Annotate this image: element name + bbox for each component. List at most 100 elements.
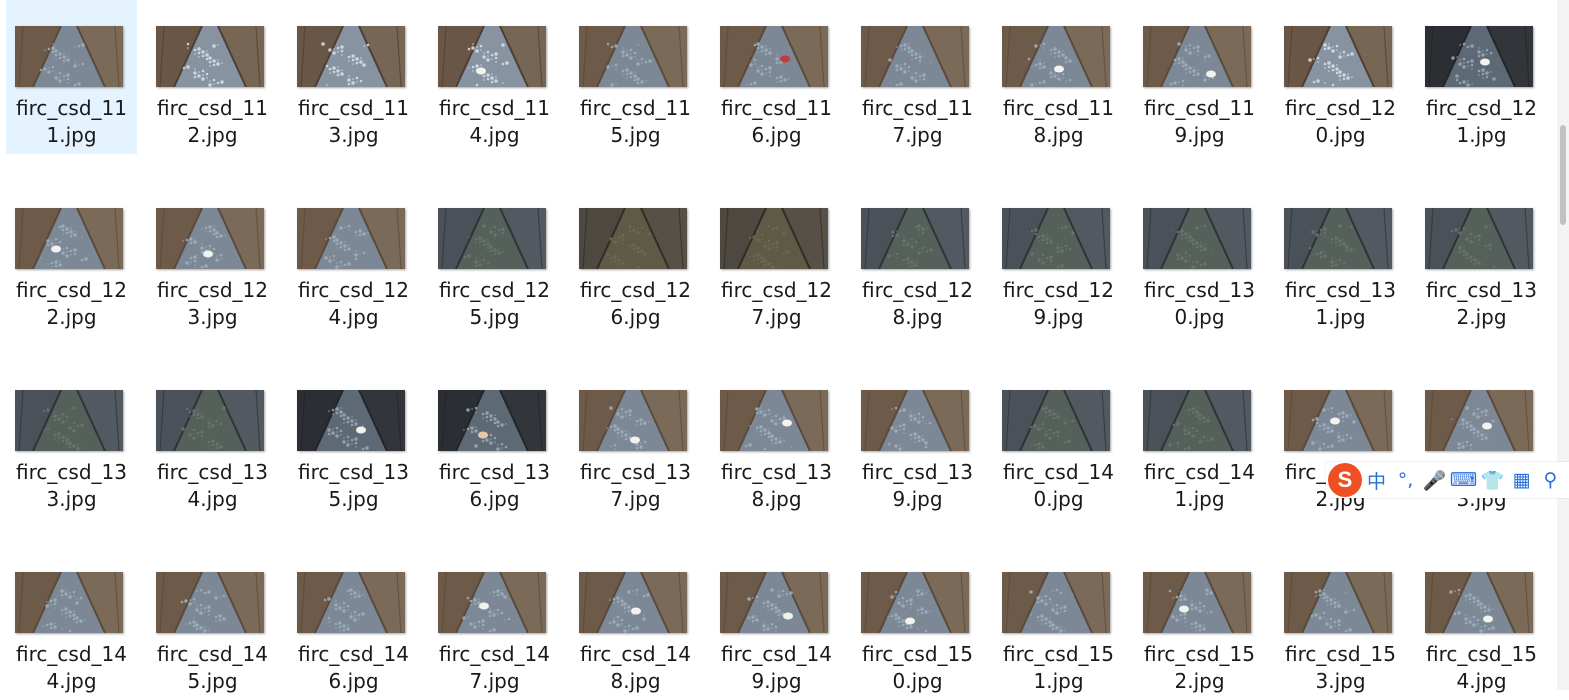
file-item[interactable]: firc_csd_15 4.jpg (1416, 546, 1547, 700)
file-item[interactable]: firc_csd_12 2.jpg (6, 182, 137, 336)
file-item[interactable]: firc_csd_14 1.jpg (1134, 364, 1265, 518)
file-thumbnail[interactable] (720, 390, 828, 451)
file-thumbnail[interactable] (579, 390, 687, 451)
file-item[interactable]: firc_csd_14 4.jpg (6, 546, 137, 700)
file-name-line2: 3.jpg (46, 487, 97, 511)
file-name-line2: 4.jpg (469, 123, 520, 147)
file-thumbnail[interactable] (861, 26, 969, 87)
file-item[interactable]: firc_csd_13 7.jpg (570, 364, 701, 518)
ime-more-icon[interactable]: ⚲ (1536, 465, 1565, 495)
file-thumbnail[interactable] (438, 208, 546, 269)
sogou-logo-icon[interactable]: S (1328, 463, 1362, 497)
file-thumbnail[interactable] (861, 390, 969, 451)
file-thumbnail[interactable] (297, 572, 405, 633)
file-thumbnail[interactable] (1284, 390, 1392, 451)
file-item[interactable]: firc_csd_14 9.jpg (711, 546, 842, 700)
ime-toolbar[interactable]: S 中 °, 🎤 ⌨ 👕 ▦ ⚲ (1326, 462, 1569, 498)
file-thumbnail[interactable] (579, 572, 687, 633)
file-item[interactable]: firc_csd_13 6.jpg (429, 364, 560, 518)
file-thumbnail[interactable] (579, 26, 687, 87)
file-item[interactable]: firc_csd_14 7.jpg (429, 546, 560, 700)
file-item[interactable]: firc_csd_14 6.jpg (288, 546, 419, 700)
file-item[interactable]: firc_csd_11 9.jpg (1134, 0, 1265, 154)
file-item[interactable]: firc_csd_14 5.jpg (147, 546, 278, 700)
vertical-scrollbar[interactable] (1557, 0, 1569, 690)
file-item[interactable]: firc_csd_13 0.jpg (1134, 182, 1265, 336)
file-thumbnail[interactable] (438, 390, 546, 451)
file-thumbnail[interactable] (1143, 26, 1251, 87)
file-thumbnail[interactable] (720, 208, 828, 269)
file-item[interactable]: firc_csd_12 8.jpg (852, 182, 983, 336)
ime-toolbox-icon[interactable]: ▦ (1507, 465, 1536, 495)
ime-skin-icon[interactable]: 👕 (1478, 465, 1507, 495)
file-item[interactable]: firc_csd_13 8.jpg (711, 364, 842, 518)
file-item[interactable]: firc_csd_12 7.jpg (711, 182, 842, 336)
file-thumbnail[interactable] (156, 572, 264, 633)
file-item[interactable]: firc_csd_11 6.jpg (711, 0, 842, 154)
file-item[interactable]: firc_csd_13 5.jpg (288, 364, 419, 518)
file-item[interactable]: firc_csd_13 2.jpg (1416, 182, 1547, 336)
file-thumbnail[interactable] (861, 208, 969, 269)
file-thumbnail[interactable] (1425, 26, 1533, 87)
file-item[interactable]: firc_csd_12 4.jpg (288, 182, 419, 336)
ime-punctuation[interactable]: °, (1391, 465, 1420, 495)
file-thumbnail[interactable] (15, 208, 123, 269)
file-item[interactable]: firc_csd_14 8.jpg (570, 546, 701, 700)
file-item[interactable]: firc_csd_11 8.jpg (993, 0, 1124, 154)
file-item[interactable]: firc_csd_12 1.jpg (1416, 0, 1547, 154)
file-thumbnail[interactable] (1002, 26, 1110, 87)
file-thumbnail[interactable] (1002, 208, 1110, 269)
file-item[interactable]: firc_csd_15 1.jpg (993, 546, 1124, 700)
file-thumbnail[interactable] (1002, 390, 1110, 451)
file-item[interactable]: firc_csd_11 2.jpg (147, 0, 278, 154)
file-item[interactable]: firc_csd_13 4.jpg (147, 364, 278, 518)
file-item[interactable]: firc_csd_11 4.jpg (429, 0, 560, 154)
file-thumbnail[interactable] (1143, 390, 1251, 451)
file-item[interactable]: firc_csd_11 7.jpg (852, 0, 983, 154)
file-item[interactable]: firc_csd_12 3.jpg (147, 182, 278, 336)
file-item[interactable]: firc_csd_11 5.jpg (570, 0, 701, 154)
file-thumbnail[interactable] (156, 390, 264, 451)
file-item[interactable]: firc_csd_15 0.jpg (852, 546, 983, 700)
file-thumbnail[interactable] (297, 390, 405, 451)
file-thumbnail[interactable] (1143, 572, 1251, 633)
file-item[interactable]: firc_csd_12 9.jpg (993, 182, 1124, 336)
file-thumbnail[interactable] (1425, 208, 1533, 269)
file-item[interactable]: firc_csd_13 9.jpg (852, 364, 983, 518)
file-thumbnail[interactable] (720, 26, 828, 87)
file-thumbnail[interactable] (15, 572, 123, 633)
ime-keyboard-icon[interactable]: ⌨ (1449, 465, 1478, 495)
file-item[interactable]: firc_csd_13 3.jpg (6, 364, 137, 518)
file-thumbnail[interactable] (1284, 208, 1392, 269)
file-thumbnail[interactable] (1284, 572, 1392, 633)
file-item[interactable]: firc_csd_11 1.jpg (6, 0, 137, 154)
file-item[interactable]: firc_csd_11 3.jpg (288, 0, 419, 154)
file-thumbnail[interactable] (15, 390, 123, 451)
ime-voice-icon[interactable]: 🎤 (1420, 465, 1449, 495)
file-thumbnail[interactable] (1002, 572, 1110, 633)
file-item[interactable]: firc_csd_12 6.jpg (570, 182, 701, 336)
file-thumbnail[interactable] (1425, 572, 1533, 633)
file-thumbnail[interactable] (1425, 390, 1533, 451)
file-thumbnail[interactable] (297, 26, 405, 87)
file-item[interactable]: firc_csd_13 1.jpg (1275, 182, 1406, 336)
file-item[interactable]: firc_csd_15 2.jpg (1134, 546, 1265, 700)
file-thumbnail[interactable] (720, 572, 828, 633)
file-thumbnail[interactable] (1284, 26, 1392, 87)
file-name-line1: firc_csd_11 (16, 96, 127, 120)
file-thumbnail[interactable] (297, 208, 405, 269)
file-item[interactable]: firc_csd_12 5.jpg (429, 182, 560, 336)
scrollbar-thumb[interactable] (1560, 125, 1566, 225)
file-thumbnail[interactable] (156, 26, 264, 87)
file-thumbnail[interactable] (1143, 208, 1251, 269)
file-thumbnail[interactable] (15, 26, 123, 87)
file-thumbnail[interactable] (579, 208, 687, 269)
file-thumbnail[interactable] (438, 572, 546, 633)
file-thumbnail[interactable] (861, 572, 969, 633)
file-item[interactable]: firc_csd_14 0.jpg (993, 364, 1124, 518)
ime-chinese-mode[interactable]: 中 (1362, 465, 1391, 495)
file-thumbnail[interactable] (438, 26, 546, 87)
file-item[interactable]: firc_csd_15 3.jpg (1275, 546, 1406, 700)
file-thumbnail[interactable] (156, 208, 264, 269)
file-item[interactable]: firc_csd_12 0.jpg (1275, 0, 1406, 154)
